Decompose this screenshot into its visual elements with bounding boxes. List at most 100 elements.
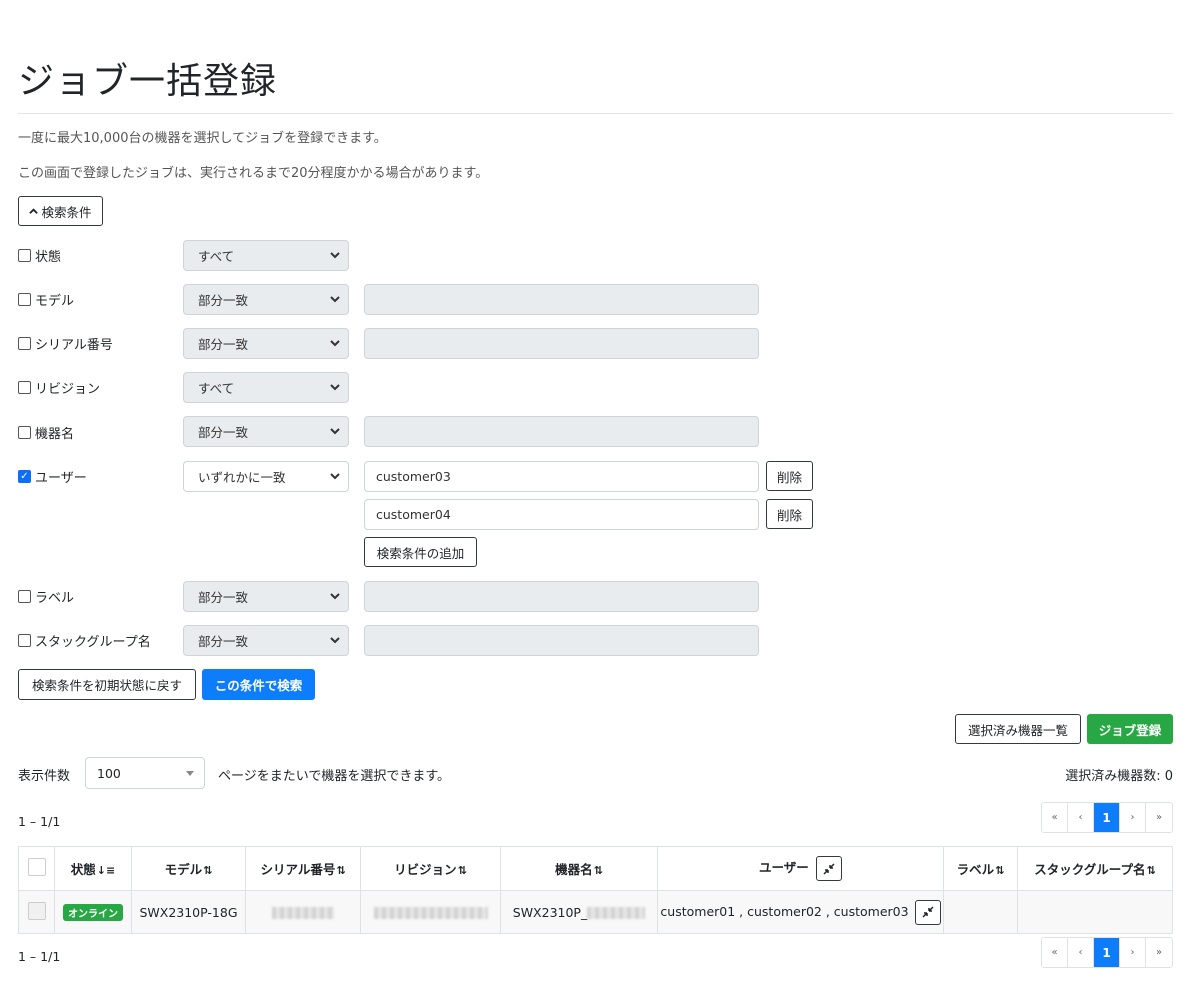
condition-label-label: ラベル xyxy=(35,590,75,606)
condition-serial-input[interactable] xyxy=(364,328,759,359)
page-next-button[interactable]: › xyxy=(1120,938,1146,967)
compress-icon[interactable] xyxy=(914,899,941,925)
condition-status[interactable]: 状態 xyxy=(18,245,61,265)
header-stack-group[interactable]: スタックグループ名⇅ xyxy=(1017,846,1173,891)
condition-revision-checkbox[interactable] xyxy=(18,380,31,394)
per-page-value: 100 xyxy=(97,765,121,781)
table-row[interactable]: オンライン SWX2310P-18G SWX2310P_ customer01 … xyxy=(18,890,1173,934)
header-status[interactable]: 状態↓≡ xyxy=(54,846,132,891)
header-select-all[interactable] xyxy=(18,846,55,891)
condition-user-input-1[interactable]: customer03 xyxy=(364,461,759,492)
reset-conditions-button[interactable]: 検索条件を初期状態に戻す xyxy=(18,669,196,700)
condition-serial[interactable]: シリアル番号 xyxy=(18,333,113,353)
chevron-down-icon xyxy=(330,384,340,391)
condition-label[interactable]: ラベル xyxy=(18,586,74,606)
page-last-button[interactable]: » xyxy=(1146,803,1172,832)
page-first-button[interactable]: « xyxy=(1042,803,1068,832)
header-label[interactable]: ラベル⇅ xyxy=(943,846,1018,891)
condition-serial-label: シリアル番号 xyxy=(35,337,113,353)
row-users-text: customer01 , customer02 , customer03 xyxy=(660,903,909,919)
condition-device-name-checkbox[interactable] xyxy=(18,425,31,439)
condition-device-name[interactable]: 機器名 xyxy=(18,422,74,442)
row-model: SWX2310P-18G xyxy=(131,890,246,934)
sort-icon: ↓≡ xyxy=(96,864,116,877)
condition-device-name-select[interactable]: 部分一致 xyxy=(183,416,349,447)
condition-device-name-input[interactable] xyxy=(364,416,759,447)
condition-label-checkbox[interactable] xyxy=(18,589,31,603)
condition-revision-select-value: すべて xyxy=(198,381,235,396)
header-model[interactable]: モデル⇅ xyxy=(131,846,246,891)
condition-model[interactable]: モデル xyxy=(18,289,74,309)
pagination-bottom: « ‹ 1 › » xyxy=(1041,937,1173,968)
device-name-prefix: SWX2310P_ xyxy=(512,904,588,920)
register-job-button[interactable]: ジョブ登録 xyxy=(1087,714,1173,744)
compress-icon[interactable] xyxy=(816,856,843,881)
condition-status-checkbox[interactable] xyxy=(18,248,31,262)
description-limit: 一度に最大10,000台の機器を選択してジョブを登録できます。 xyxy=(18,131,387,146)
condition-device-name-label: 機器名 xyxy=(35,426,75,442)
condition-revision-select[interactable]: すべて xyxy=(183,372,349,403)
delete-user-condition-2-button[interactable]: 削除 xyxy=(766,499,813,529)
condition-model-select[interactable]: 部分一致 xyxy=(183,284,349,315)
table-header-row: 状態↓≡ モデル⇅ シリアル番号⇅ リビジョン⇅ 機器名⇅ ユーザー ラベル⇅ … xyxy=(18,846,1173,891)
header-device-name[interactable]: 機器名⇅ xyxy=(500,846,658,891)
search-conditions-toggle[interactable]: 検索条件 xyxy=(18,196,103,226)
row-serial xyxy=(245,890,361,934)
condition-user-checkbox[interactable]: ✓ xyxy=(18,469,31,483)
condition-status-select[interactable]: すべて xyxy=(183,240,349,271)
page-last-button[interactable]: » xyxy=(1146,938,1172,967)
per-page-select[interactable]: 100 xyxy=(85,757,205,789)
page-current-button[interactable]: 1 xyxy=(1094,803,1120,832)
range-info-bottom: 1 – 1/1 xyxy=(18,949,61,964)
range-info-top: 1 – 1/1 xyxy=(18,814,61,829)
page-prev-button[interactable]: ‹ xyxy=(1068,803,1094,832)
cross-page-note: ページをまたいで機器を選択できます。 xyxy=(218,769,451,784)
header-user-label: ユーザー xyxy=(758,860,809,875)
row-device-name: SWX2310P_ xyxy=(500,890,658,934)
delete-user-condition-1-button[interactable]: 削除 xyxy=(766,461,813,491)
chevron-down-icon xyxy=(330,252,340,259)
condition-label-select[interactable]: 部分一致 xyxy=(183,581,349,612)
condition-model-input[interactable] xyxy=(364,284,759,315)
condition-user-select-value: いずれかに一致 xyxy=(198,470,286,485)
condition-model-checkbox[interactable] xyxy=(18,292,31,306)
row-select-cell[interactable] xyxy=(18,890,55,934)
header-revision-label: リビジョン xyxy=(394,862,457,877)
page-current-button[interactable]: 1 xyxy=(1094,938,1120,967)
condition-serial-checkbox[interactable] xyxy=(18,336,31,350)
condition-label-input[interactable] xyxy=(364,581,759,612)
condition-user[interactable]: ✓ ユーザー xyxy=(18,466,87,486)
condition-stack-group-select[interactable]: 部分一致 xyxy=(183,625,349,656)
header-serial[interactable]: シリアル番号⇅ xyxy=(245,846,361,891)
condition-user-input-2[interactable]: customer04 xyxy=(364,499,759,530)
condition-stack-group-checkbox[interactable] xyxy=(18,633,31,647)
caret-down-icon xyxy=(186,771,194,776)
search-button[interactable]: この条件で検索 xyxy=(202,669,315,700)
header-serial-label: シリアル番号 xyxy=(260,862,336,877)
row-checkbox[interactable] xyxy=(27,901,46,920)
redacted-revision xyxy=(373,907,488,919)
selected-devices-button[interactable]: 選択済み機器一覧 xyxy=(955,714,1081,744)
per-page-label: 表示件数 xyxy=(18,769,71,784)
condition-revision[interactable]: リビジョン xyxy=(18,377,100,397)
row-stack-group xyxy=(1017,890,1173,934)
header-name-label: 機器名 xyxy=(555,862,593,877)
sort-icon: ⇅ xyxy=(336,864,346,877)
page-prev-button[interactable]: ‹ xyxy=(1068,938,1094,967)
condition-stack-group[interactable]: スタックグループ名 xyxy=(18,630,151,650)
condition-serial-select[interactable]: 部分一致 xyxy=(183,328,349,359)
header-revision[interactable]: リビジョン⇅ xyxy=(360,846,501,891)
row-status: オンライン xyxy=(54,890,132,934)
search-conditions-toggle-label: 検索条件 xyxy=(41,204,92,220)
condition-stack-group-input[interactable] xyxy=(364,625,759,656)
select-all-checkbox[interactable] xyxy=(27,858,46,876)
page-first-button[interactable]: « xyxy=(1042,938,1068,967)
page-title: ジョブ一括登録 xyxy=(18,61,278,102)
condition-user-select[interactable]: いずれかに一致 xyxy=(183,461,349,492)
condition-user-label: ユーザー xyxy=(35,470,87,486)
condition-model-label: モデル xyxy=(35,293,75,309)
add-condition-button[interactable]: 検索条件の追加 xyxy=(364,537,477,567)
chevron-down-icon xyxy=(330,296,340,303)
page-next-button[interactable]: › xyxy=(1120,803,1146,832)
sort-icon: ⇅ xyxy=(1146,864,1156,877)
